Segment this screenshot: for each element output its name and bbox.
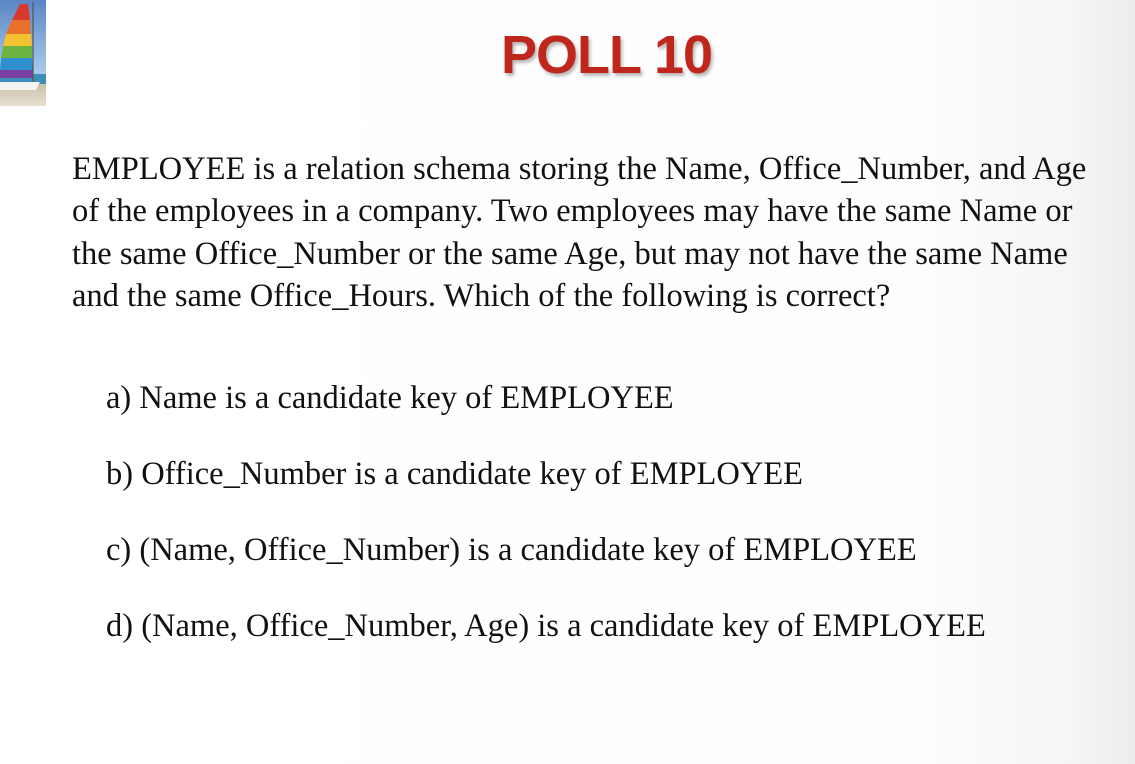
question-text: EMPLOYEE is a relation schema storing th… xyxy=(72,151,1087,314)
option-c: c) (Name, Office_Number) is a candidate … xyxy=(106,532,917,568)
option-a: a) Name is a candidate key of EMPLOYEE xyxy=(106,380,674,416)
slide: POLL 10 EMPLOYEE is a relation schema st… xyxy=(0,0,1135,764)
poll-title: POLL 10 xyxy=(500,25,713,85)
answer-options: a) Name is a candidate key of EMPLOYEE b… xyxy=(106,377,1106,681)
option-d: d) (Name, Office_Number, Age) is a candi… xyxy=(106,608,986,644)
option-b: b) Office_Number is a candidate key of E… xyxy=(106,456,804,492)
